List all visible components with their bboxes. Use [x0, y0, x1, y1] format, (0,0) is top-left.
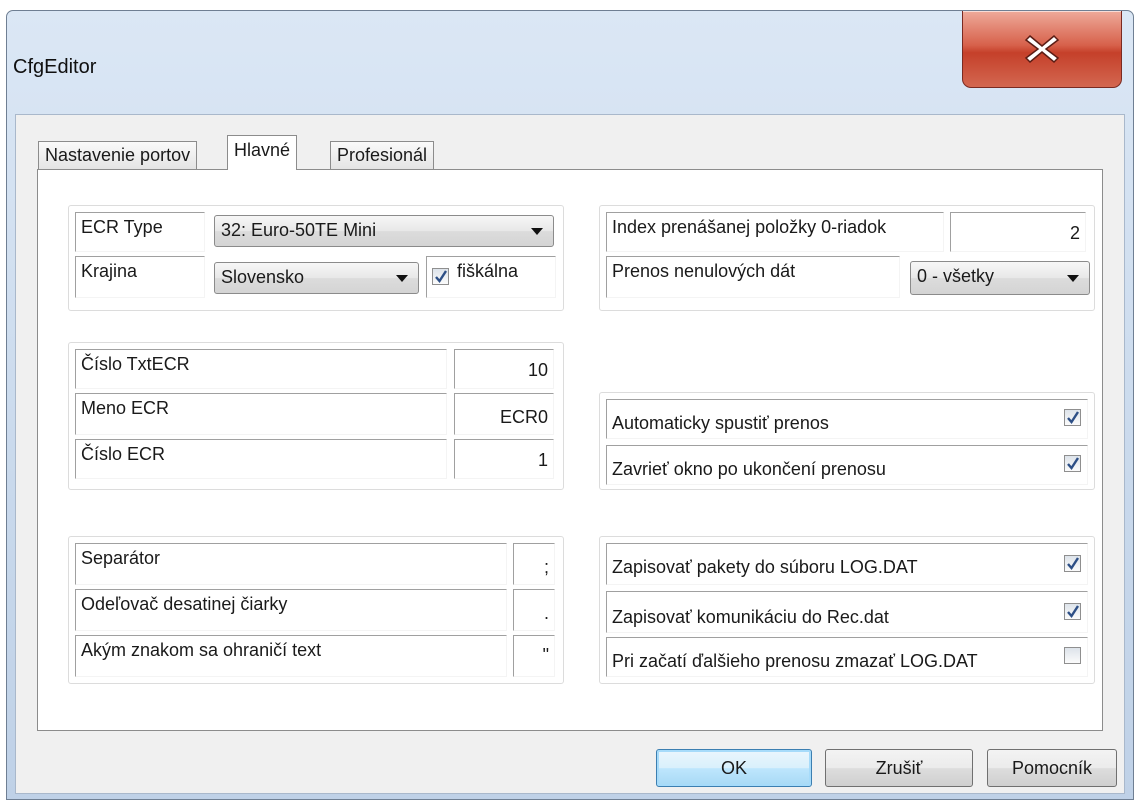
log-packets-label: Zapisovať pakety do súboru LOG.DAT [606, 543, 1088, 585]
tab-page-hlavne: ECR Type 32: Euro-50TE Mini Krajina Slov… [37, 169, 1103, 731]
checkmark-icon [1067, 457, 1080, 470]
chevron-down-icon [396, 275, 408, 282]
index-label: Index prenášanej položky 0-riadok [606, 212, 944, 252]
ecr-type-label: ECR Type [75, 212, 205, 252]
title-bar[interactable]: CfgEditor [7, 11, 1133, 115]
ecr-name-label: Meno ECR [75, 393, 447, 435]
quote-value[interactable]: " [513, 635, 555, 677]
nonzero-value: 0 - všetky [917, 266, 995, 286]
checkmark-icon [1067, 605, 1080, 618]
fiscal-checkbox[interactable] [432, 268, 449, 285]
dialog-client-area: Nastavenie portov Hlavné Profesionál ECR… [15, 114, 1125, 794]
ecr-group: ECR Type 32: Euro-50TE Mini Krajina Slov… [68, 205, 564, 311]
close-window-checkbox[interactable] [1064, 455, 1081, 472]
nonzero-label: Prenos nenulových dát [606, 256, 900, 298]
ecr-number-label: Číslo ECR [75, 439, 447, 479]
checkmark-icon [1067, 411, 1080, 424]
country-label: Krajina [75, 256, 205, 298]
separator-value[interactable]: ; [513, 543, 555, 585]
auto-group: Automaticky spustiť prenos Zavrieť okno … [599, 392, 1095, 490]
auto-start-label: Automaticky spustiť prenos [606, 399, 1088, 439]
separator-label: Separátor [75, 543, 507, 585]
ok-button[interactable]: OK [656, 749, 812, 787]
txtecr-value[interactable]: 10 [454, 349, 554, 389]
tab-hlavne[interactable]: Hlavné [227, 135, 298, 170]
index-value[interactable]: 2 [950, 212, 1086, 252]
nonzero-select[interactable]: 0 - všetky [910, 261, 1090, 295]
auto-start-checkbox[interactable] [1064, 409, 1081, 426]
ecr-info-group: Číslo TxtECR 10 Meno ECR ECR0 Číslo ECR … [68, 342, 564, 490]
help-button[interactable]: Pomocník [987, 749, 1117, 787]
tab-profesional[interactable]: Profesionál [330, 141, 435, 169]
fiscal-label: fiškálna [457, 261, 519, 281]
decimal-label: Odeľovač desatinej čiarky [75, 589, 507, 631]
close-icon [1024, 34, 1060, 64]
clear-log-label: Pri začatí ďalšieho prenosu zmazať LOG.D… [606, 637, 1088, 677]
logging-group: Zapisovať pakety do súboru LOG.DAT Zapis… [599, 536, 1095, 684]
quote-label: Akým znakom sa ohraničí text [75, 635, 507, 677]
cancel-button[interactable]: Zrušiť [825, 749, 973, 787]
close-button[interactable] [962, 11, 1122, 88]
decimal-value[interactable]: . [513, 589, 555, 631]
log-packets-checkbox[interactable] [1064, 555, 1081, 572]
ecr-type-value: 32: Euro-50TE Mini [221, 220, 377, 240]
format-group: Separátor ; Odeľovač desatinej čiarky . … [68, 536, 564, 684]
chevron-down-icon [1067, 275, 1079, 282]
country-select[interactable]: Slovensko [214, 262, 419, 294]
transfer-group: Index prenášanej položky 0-riadok 2 Pren… [599, 205, 1095, 311]
log-comm-label: Zapisovať komunikáciu do Rec.dat [606, 591, 1088, 633]
checkmark-icon [1067, 557, 1080, 570]
tab-label: Nastavenie portov [45, 145, 191, 165]
dialog-window: CfgEditor Nastavenie portov Hlavné Profe… [6, 10, 1134, 800]
country-value: Slovensko [221, 267, 305, 287]
chevron-down-icon [531, 228, 543, 235]
checkmark-icon [435, 270, 448, 283]
clear-log-checkbox[interactable] [1064, 647, 1081, 664]
ecr-number-value[interactable]: 1 [454, 439, 554, 479]
tab-strip: Nastavenie portov Hlavné Profesionál [16, 115, 1124, 170]
ecr-type-select[interactable]: 32: Euro-50TE Mini [214, 215, 554, 247]
tab-label: Hlavné [234, 140, 291, 160]
txtecr-label: Číslo TxtECR [75, 349, 447, 389]
tab-label: Profesionál [337, 145, 428, 165]
window-title: CfgEditor [13, 56, 97, 78]
log-comm-checkbox[interactable] [1064, 603, 1081, 620]
close-window-label: Zavrieť okno po ukončení prenosu [606, 445, 1088, 485]
tab-nastavenie-portov[interactable]: Nastavenie portov [38, 141, 198, 169]
ecr-name-value[interactable]: ECR0 [454, 393, 554, 435]
